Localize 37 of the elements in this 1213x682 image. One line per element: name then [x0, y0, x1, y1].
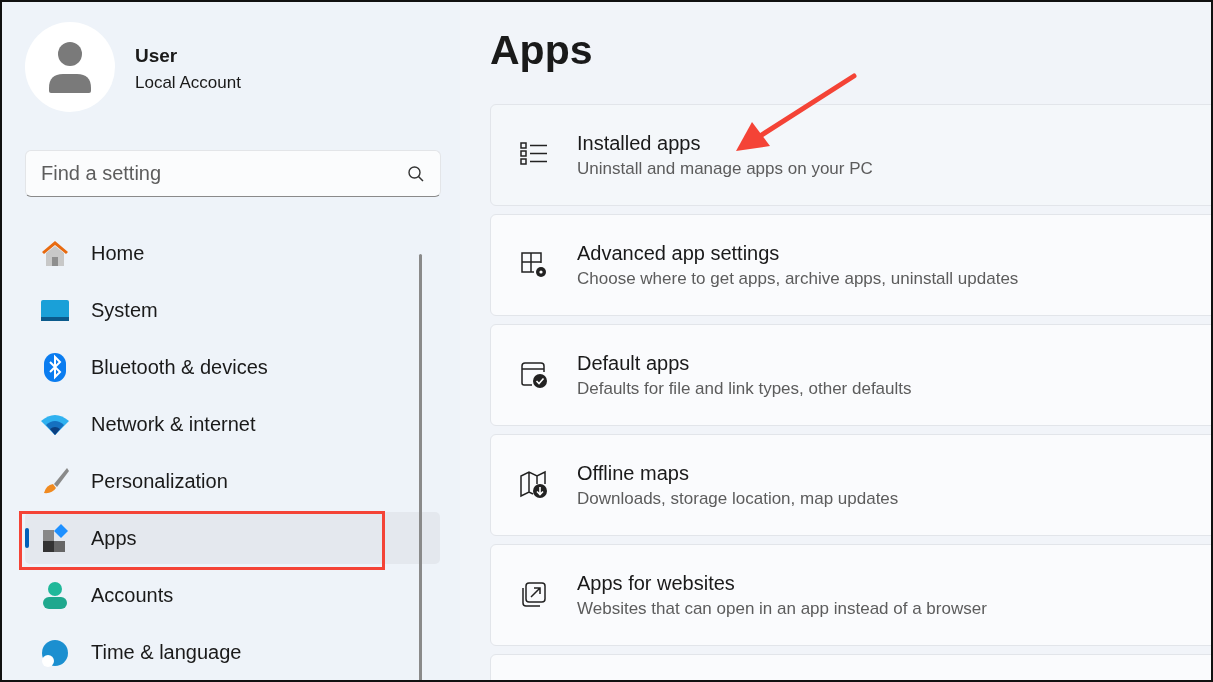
open-external-icon	[519, 580, 549, 610]
account-type: Local Account	[135, 73, 241, 93]
apps-icon	[40, 523, 70, 553]
settings-card[interactable]: Default apps Defaults for file and link types, other defaults	[490, 324, 1211, 426]
settings-card[interactable]: Apps for websites Websites that can open in an app instead of a browser	[490, 544, 1211, 646]
window-check-icon	[519, 360, 549, 390]
scrollbar[interactable]	[419, 254, 422, 680]
nav-item[interactable]: Home	[25, 227, 440, 279]
card-subtitle: Defaults for file and link types, other defaults	[577, 378, 912, 399]
card-subtitle: Uninstall and manage apps on your PC	[577, 158, 873, 179]
nav-item[interactable]: Personalization	[25, 455, 440, 507]
person-icon	[40, 580, 70, 610]
avatar-icon	[25, 22, 115, 112]
nav-item[interactable]: System	[25, 284, 440, 336]
map-download-icon	[519, 470, 549, 500]
search-icon	[407, 165, 425, 183]
selection-indicator	[25, 528, 29, 548]
nav-item[interactable]: Time & language	[25, 626, 440, 678]
nav-item[interactable]: Accounts	[25, 569, 440, 621]
card-title: Default apps	[577, 351, 691, 375]
page-title: Apps	[490, 26, 594, 74]
nav-item[interactable]: Network & internet	[25, 398, 440, 450]
settings-card[interactable]: Offline maps Downloads, storage location, map updates	[490, 434, 1211, 536]
card-title: Offline maps	[577, 461, 690, 485]
card-title: Apps for websites	[577, 571, 736, 595]
nav-item[interactable]: Bluetooth & devices	[25, 341, 440, 393]
search-field[interactable]: Find a setting	[25, 150, 441, 197]
card-subtitle: Websites that can open in an app instead of a browser	[577, 598, 987, 619]
user-name: User	[135, 45, 179, 67]
settings-card[interactable]: Advanced app settings Choose where to get apps, archive apps, uninstall updates	[490, 214, 1211, 316]
nav-item[interactable]: Apps	[25, 512, 440, 564]
settings-card[interactable]: Installed apps Uninstall and manage apps on your PC	[490, 104, 1211, 206]
card-subtitle: Downloads, storage location, map updates	[577, 488, 899, 509]
card-subtitle: Choose where to get apps, archive apps, uninstall updates	[577, 268, 1019, 289]
house-icon	[40, 238, 70, 268]
card-title: Advanced app settings	[577, 241, 781, 265]
card-title: Installed apps	[577, 131, 702, 155]
